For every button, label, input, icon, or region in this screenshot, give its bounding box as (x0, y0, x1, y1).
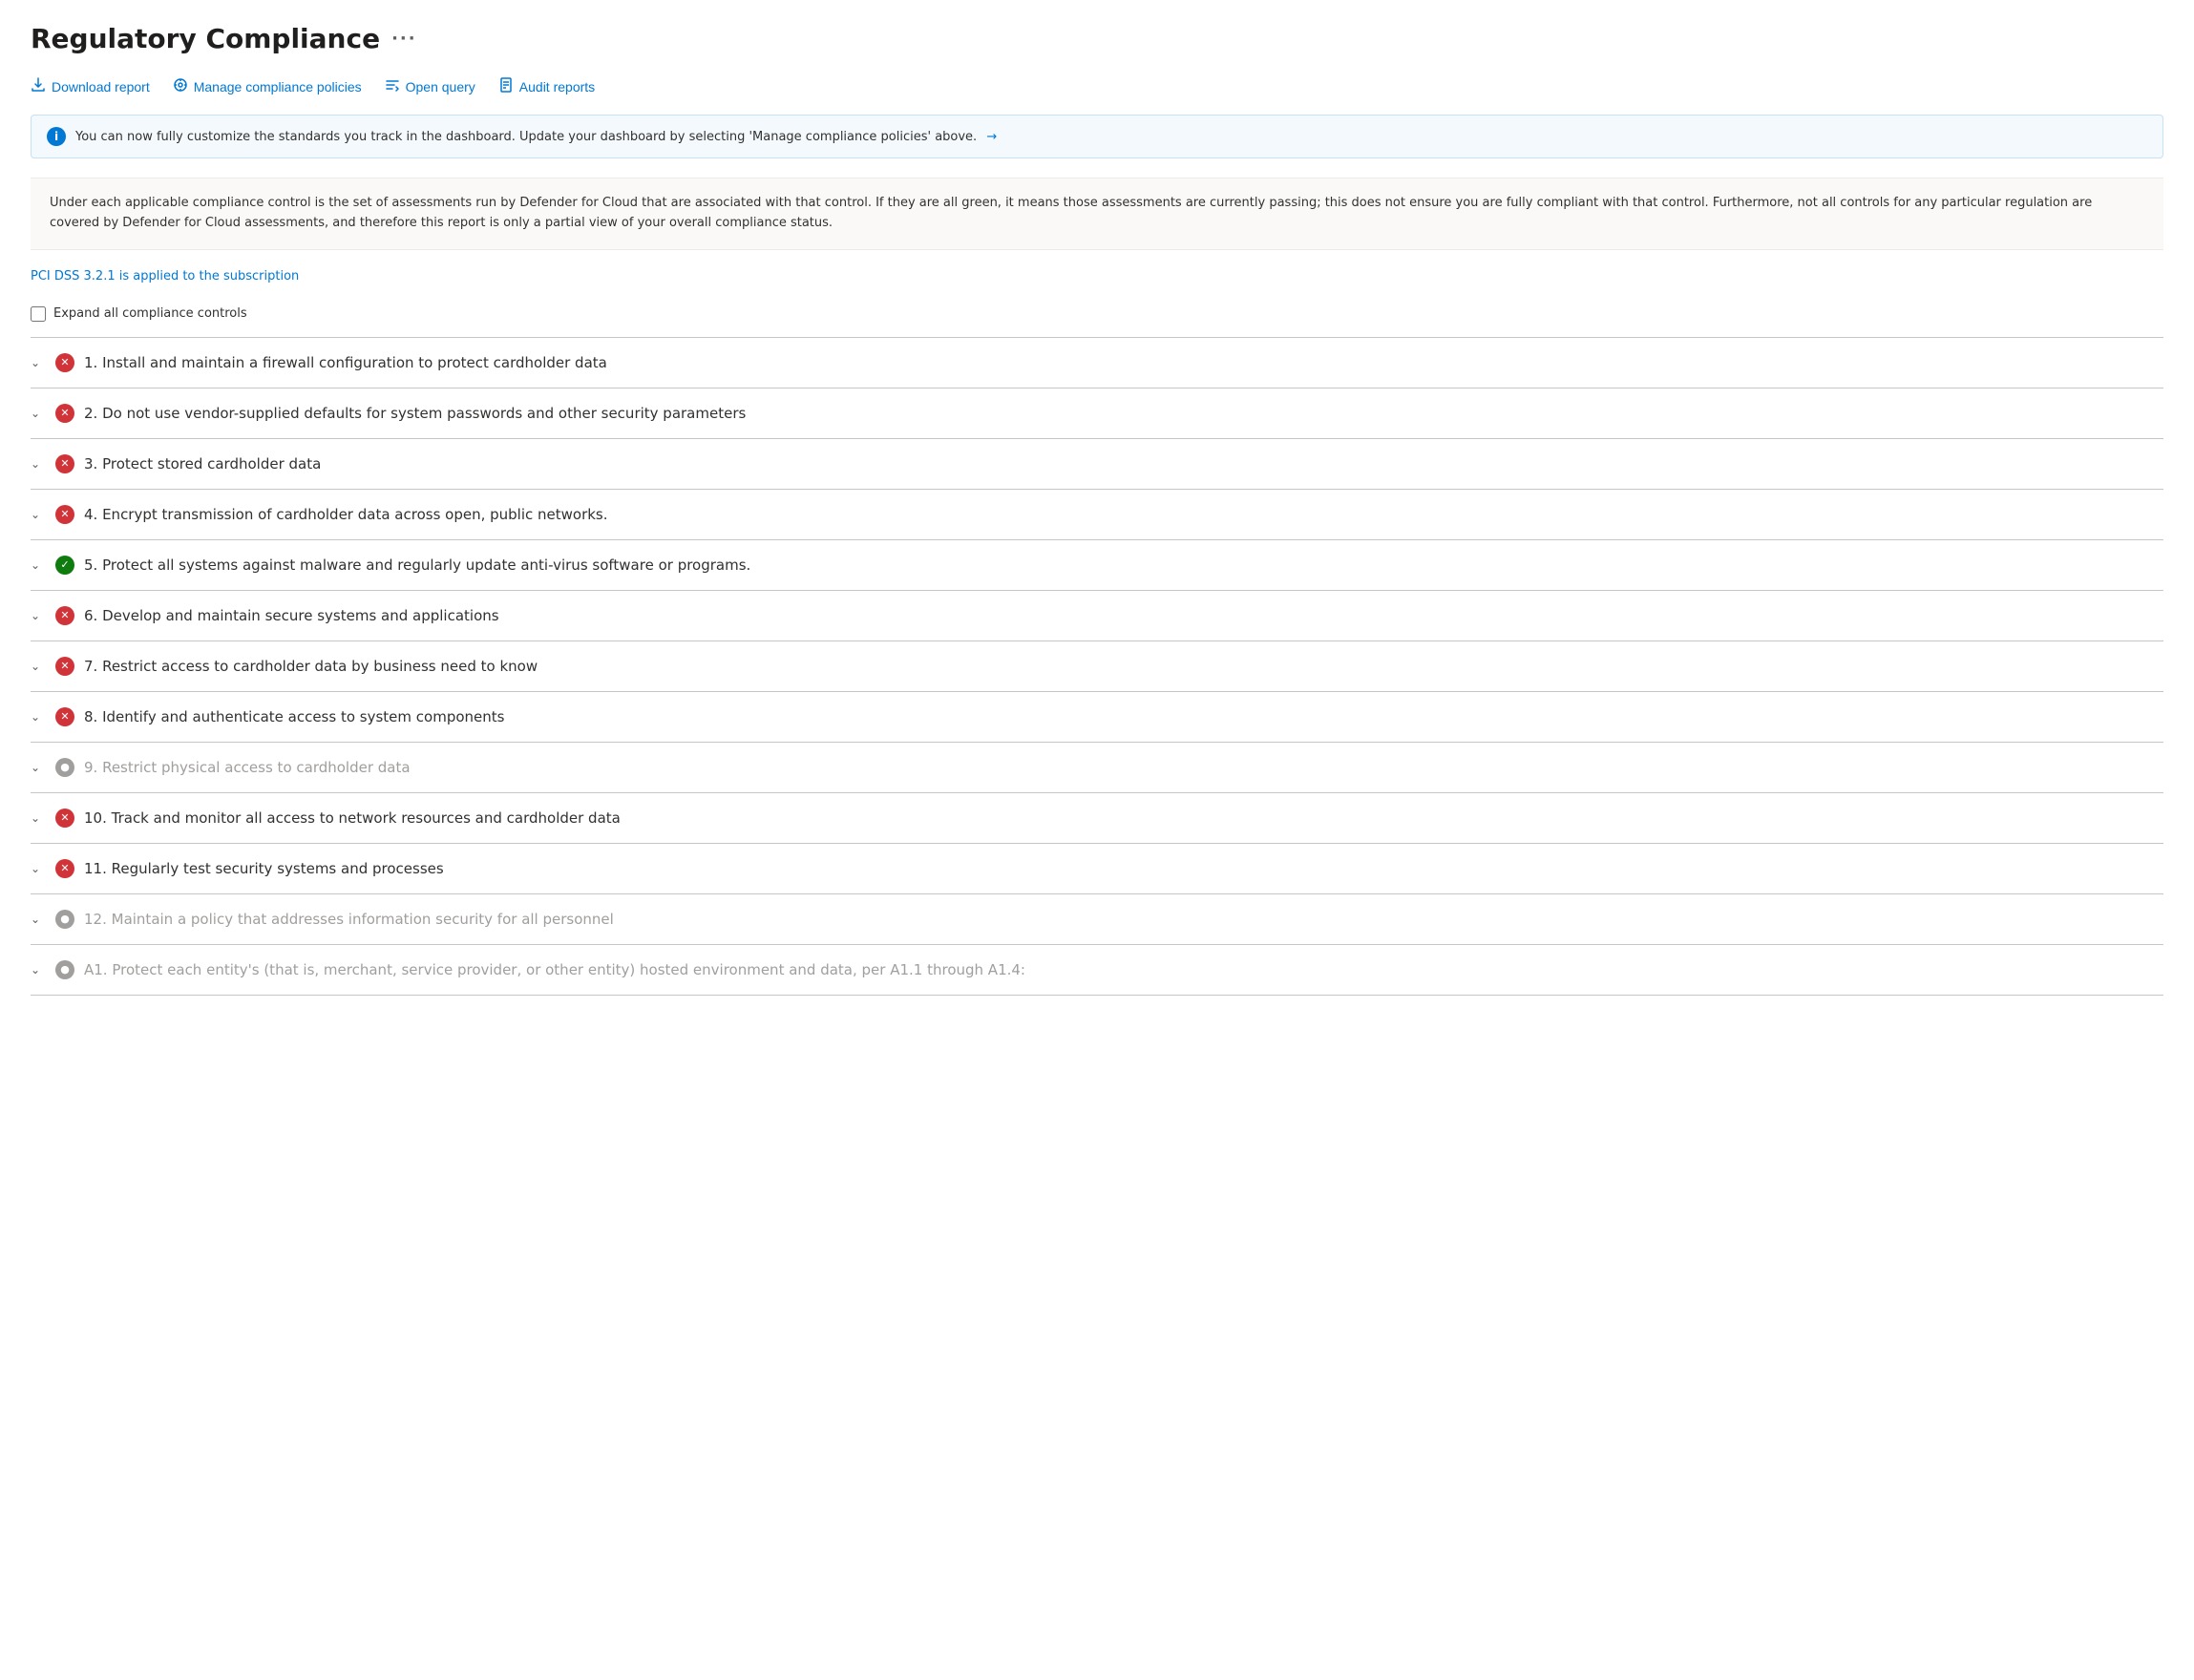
chevron-icon: ⌄ (31, 356, 46, 369)
compliance-item-3[interactable]: ⌄ ✕ 3. Protect stored cardholder data (31, 439, 2163, 490)
description-box: Under each applicable compliance control… (31, 178, 2163, 250)
status-icon: ● (55, 758, 74, 777)
pci-link[interactable]: PCI DSS 3.2.1 is applied to the subscrip… (31, 269, 299, 284)
chevron-icon: ⌄ (31, 862, 46, 875)
chevron-icon: ⌄ (31, 508, 46, 521)
compliance-item-9[interactable]: ⌄ ● 9. Restrict physical access to cardhol… (31, 743, 2163, 793)
status-icon: ✕ (55, 606, 74, 625)
status-icon: ✕ (55, 454, 74, 473)
status-icon: ● (55, 910, 74, 929)
chevron-icon: ⌄ (31, 558, 46, 572)
compliance-item-10[interactable]: ⌄ ✕ 10. Track and monitor all access to ne… (31, 793, 2163, 844)
download-report-button[interactable]: Download report (31, 74, 150, 99)
compliance-label: 10. Track and monitor all access to netw… (84, 809, 621, 827)
compliance-item-4[interactable]: ⌄ ✕ 4. Encrypt transmission of cardholder … (31, 490, 2163, 540)
compliance-label: 9. Restrict physical access to cardholde… (84, 759, 411, 776)
chevron-icon: ⌄ (31, 660, 46, 673)
status-icon: ✕ (55, 707, 74, 726)
chevron-icon: ⌄ (31, 913, 46, 926)
compliance-list: ⌄ ✕ 1. Install and maintain a firewall con… (31, 337, 2163, 996)
compliance-label: 2. Do not use vendor-supplied defaults f… (84, 405, 746, 422)
open-query-button[interactable]: Open query (385, 74, 475, 99)
manage-compliance-button[interactable]: Manage compliance policies (173, 74, 362, 99)
status-icon: ✕ (55, 859, 74, 878)
compliance-label: A1. Protect each entity's (that is, merc… (84, 961, 1025, 978)
info-icon: i (47, 127, 66, 146)
chevron-icon: ⌄ (31, 609, 46, 622)
compliance-label: 8. Identify and authenticate access to s… (84, 708, 504, 725)
chevron-icon: ⌄ (31, 457, 46, 471)
banner-text: You can now fully customize the standard… (75, 130, 997, 144)
page-title: Regulatory Compliance ··· (31, 23, 2163, 54)
download-icon (31, 77, 46, 95)
expand-all-label: Expand all compliance controls (53, 306, 247, 321)
compliance-item-5[interactable]: ⌄ ✓ 5. Protect all systems against malware… (31, 540, 2163, 591)
compliance-label: 1. Install and maintain a firewall confi… (84, 354, 607, 371)
compliance-item-6[interactable]: ⌄ ✕ 6. Develop and maintain secure systems… (31, 591, 2163, 641)
compliance-item-1[interactable]: ⌄ ✕ 1. Install and maintain a firewall con… (31, 338, 2163, 388)
chevron-icon: ⌄ (31, 407, 46, 420)
info-banner: i You can now fully customize the standa… (31, 115, 2163, 158)
compliance-item-11[interactable]: ⌄ ✕ 11. Regularly test security systems an… (31, 844, 2163, 894)
chevron-icon: ⌄ (31, 963, 46, 976)
status-icon: ✕ (55, 505, 74, 524)
expand-all-checkbox[interactable] (31, 306, 46, 322)
status-icon: ✕ (55, 808, 74, 828)
compliance-item-7[interactable]: ⌄ ✕ 7. Restrict access to cardholder data … (31, 641, 2163, 692)
compliance-item-8[interactable]: ⌄ ✕ 8. Identify and authenticate access to… (31, 692, 2163, 743)
status-icon: ✓ (55, 556, 74, 575)
audit-icon (498, 77, 514, 95)
compliance-label: 6. Develop and maintain secure systems a… (84, 607, 499, 624)
compliance-item-12[interactable]: ⌄ ● 12. Maintain a policy that addresses i… (31, 894, 2163, 945)
banner-arrow[interactable]: → (986, 130, 997, 144)
status-icon: ✕ (55, 657, 74, 676)
status-icon: ✕ (55, 404, 74, 423)
query-icon (385, 77, 400, 95)
status-icon: ● (55, 960, 74, 979)
compliance-item-2[interactable]: ⌄ ✕ 2. Do not use vendor-supplied defaults… (31, 388, 2163, 439)
status-icon: ✕ (55, 353, 74, 372)
compliance-label: 4. Encrypt transmission of cardholder da… (84, 506, 608, 523)
compliance-label: 11. Regularly test security systems and … (84, 860, 444, 877)
manage-icon (173, 77, 188, 95)
toolbar: Download report Manage compliance polici… (31, 74, 2163, 99)
chevron-icon: ⌄ (31, 811, 46, 825)
chevron-icon: ⌄ (31, 710, 46, 724)
audit-reports-button[interactable]: Audit reports (498, 74, 595, 99)
compliance-label: 3. Protect stored cardholder data (84, 455, 321, 472)
compliance-item-13[interactable]: ⌄ ● A1. Protect each entity's (that is, me… (31, 945, 2163, 996)
compliance-label: 7. Restrict access to cardholder data by… (84, 658, 538, 675)
compliance-label: 5. Protect all systems against malware a… (84, 556, 750, 574)
ellipsis-menu[interactable]: ··· (391, 29, 417, 49)
chevron-icon: ⌄ (31, 761, 46, 774)
expand-all-control: Expand all compliance controls (31, 306, 2163, 322)
compliance-label: 12. Maintain a policy that addresses inf… (84, 911, 614, 928)
